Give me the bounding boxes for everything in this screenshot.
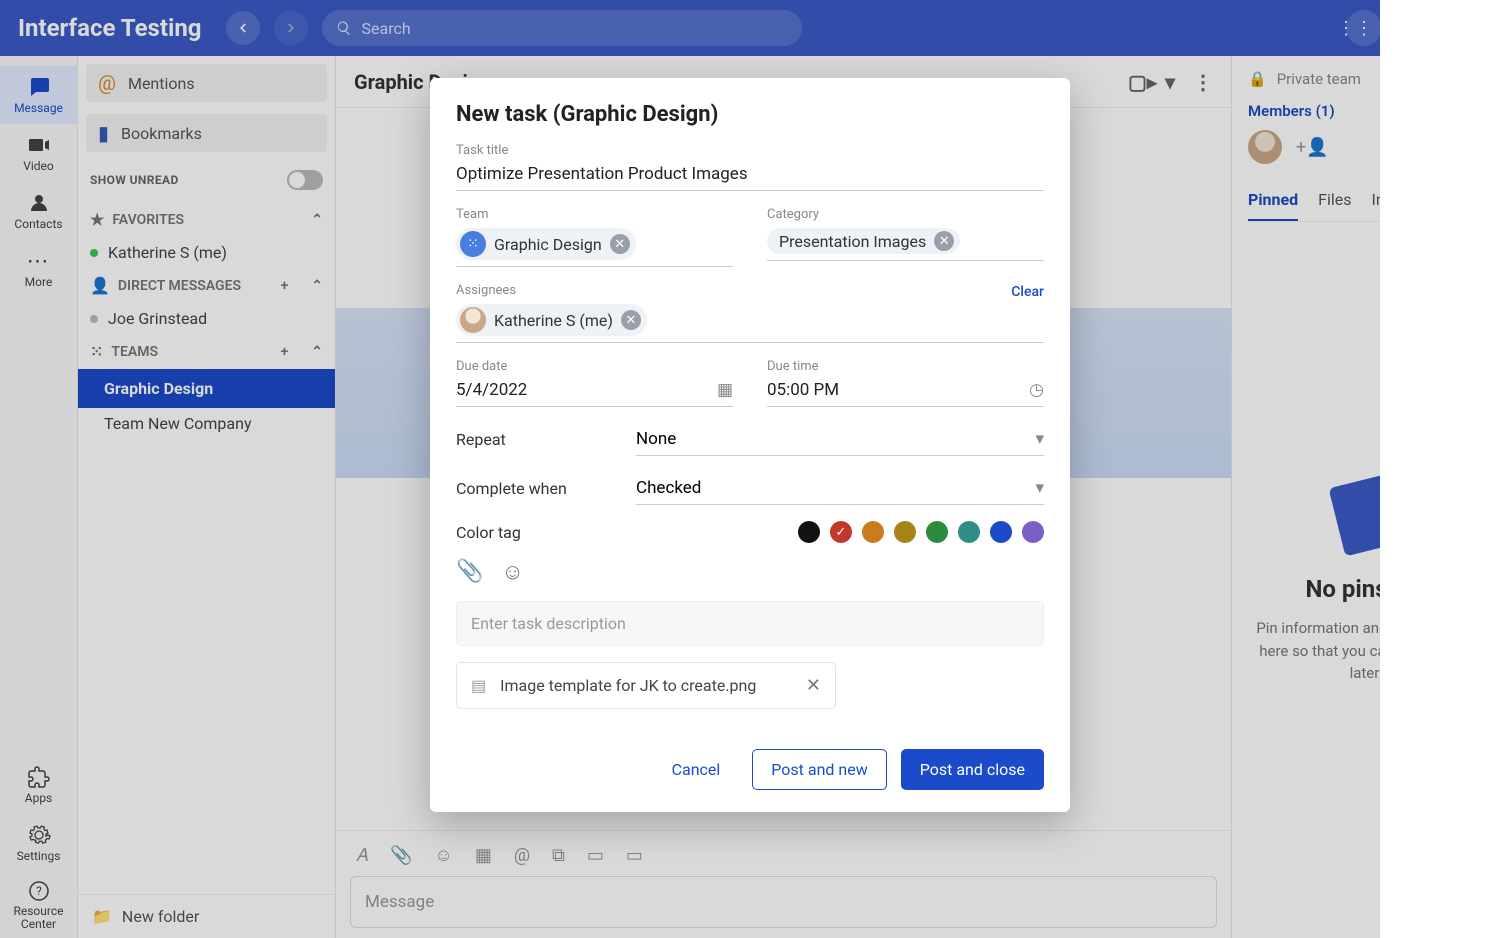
assignee-chip[interactable]: Katherine S (me) ✕: [456, 304, 647, 336]
assignee-chip-label: Katherine S (me): [494, 311, 613, 330]
task-title-input[interactable]: Optimize Presentation Product Images: [456, 160, 1044, 191]
color-swatches: [798, 521, 1044, 543]
complete-when-field: Complete when Checked ▾: [456, 472, 1044, 505]
team-chip[interactable]: ⁙ Graphic Design ✕: [456, 228, 636, 260]
calendar-icon[interactable]: ▦: [717, 380, 733, 400]
due-time-value: 05:00 PM: [767, 380, 839, 400]
chevron-down-icon: ▾: [1035, 429, 1044, 449]
due-time-field: Due time 05:00 PM ◷: [767, 359, 1044, 407]
chevron-down-icon: ▾: [1035, 478, 1044, 498]
complete-when-value: Checked: [636, 478, 701, 498]
color-swatch[interactable]: [894, 521, 916, 543]
due-date-field: Due date 5/4/2022 ▦: [456, 359, 733, 407]
clock-icon[interactable]: ◷: [1029, 380, 1044, 400]
category-chip[interactable]: Presentation Images ✕: [767, 228, 960, 254]
modal-title: New task (Graphic Design): [456, 102, 1044, 127]
assignees-label: Assignees: [456, 283, 516, 298]
post-and-close-button[interactable]: Post and close: [901, 749, 1044, 790]
color-swatch[interactable]: [862, 521, 884, 543]
remove-category-chip[interactable]: ✕: [934, 231, 954, 251]
post-and-new-button[interactable]: Post and new: [752, 749, 886, 790]
assignees-field: Assignees Clear Katherine S (me) ✕: [456, 283, 1044, 343]
category-field: Category Presentation Images ✕: [767, 207, 1044, 267]
category-chip-label: Presentation Images: [779, 232, 926, 251]
attachment-name: Image template for JK to create.png: [500, 676, 756, 695]
emoji-button[interactable]: ☺: [501, 559, 523, 585]
repeat-select[interactable]: None ▾: [636, 423, 1044, 456]
description-placeholder: Enter task description: [471, 614, 626, 633]
new-task-modal: New task (Graphic Design) Task title Opt…: [430, 78, 1070, 812]
remove-team-chip[interactable]: ✕: [610, 234, 630, 254]
complete-when-select[interactable]: Checked ▾: [636, 472, 1044, 505]
color-swatch[interactable]: [926, 521, 948, 543]
attach-file-button[interactable]: 📎: [456, 559, 483, 585]
team-input[interactable]: ⁙ Graphic Design ✕: [456, 224, 733, 267]
repeat-label: Repeat: [456, 430, 606, 449]
file-icon: ▤: [471, 676, 486, 695]
repeat-value: None: [636, 429, 676, 449]
assignees-input[interactable]: Katherine S (me) ✕: [456, 300, 1044, 343]
category-label: Category: [767, 207, 1044, 222]
modal-overlay: New task (Graphic Design) Task title Opt…: [0, 0, 1500, 938]
due-time-input[interactable]: 05:00 PM ◷: [767, 376, 1044, 407]
clear-assignees-button[interactable]: Clear: [1011, 284, 1044, 300]
color-swatch[interactable]: [830, 521, 852, 543]
due-date-value: 5/4/2022: [456, 380, 527, 400]
team-field: Team ⁙ Graphic Design ✕: [456, 207, 733, 267]
modal-buttons: Cancel Post and new Post and close: [456, 749, 1044, 790]
cancel-button[interactable]: Cancel: [654, 750, 739, 789]
task-title-value: Optimize Presentation Product Images: [456, 164, 748, 184]
remove-assignee-chip[interactable]: ✕: [621, 310, 641, 330]
due-date-label: Due date: [456, 359, 733, 374]
color-tag-field: Color tag: [456, 521, 1044, 543]
due-time-label: Due time: [767, 359, 1044, 374]
repeat-field: Repeat None ▾: [456, 423, 1044, 456]
team-chip-label: Graphic Design: [494, 235, 602, 254]
task-title-label: Task title: [456, 143, 1044, 158]
color-swatch[interactable]: [958, 521, 980, 543]
description-input[interactable]: Enter task description: [456, 601, 1044, 646]
complete-when-label: Complete when: [456, 479, 606, 498]
color-swatch[interactable]: [1022, 521, 1044, 543]
composer-extras: 📎 ☺: [456, 559, 1044, 585]
color-swatch[interactable]: [990, 521, 1012, 543]
frame-edge: [1380, 0, 1500, 938]
attachment-chip: ▤ Image template for JK to create.png ✕: [456, 662, 836, 709]
remove-attachment-button[interactable]: ✕: [806, 675, 821, 696]
color-swatch[interactable]: [798, 521, 820, 543]
color-tag-label: Color tag: [456, 523, 606, 542]
due-date-input[interactable]: 5/4/2022 ▦: [456, 376, 733, 407]
team-chip-icon: ⁙: [460, 231, 486, 257]
assignee-avatar: [460, 307, 486, 333]
team-label: Team: [456, 207, 733, 222]
category-input[interactable]: Presentation Images ✕: [767, 224, 1044, 261]
task-title-field: Task title Optimize Presentation Product…: [456, 143, 1044, 191]
